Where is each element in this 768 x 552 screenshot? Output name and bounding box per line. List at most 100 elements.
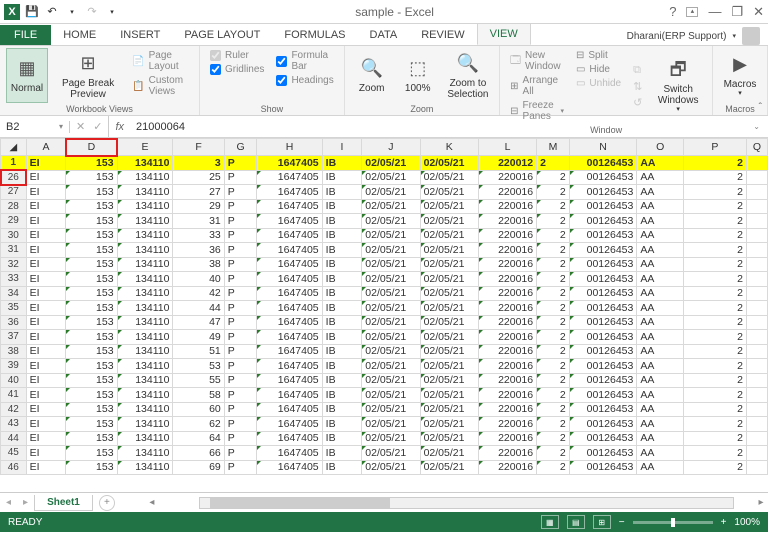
cell[interactable] <box>746 214 767 229</box>
col-header-G[interactable]: G <box>224 139 257 156</box>
cell[interactable]: 31 <box>173 214 224 229</box>
cell[interactable]: 134110 <box>117 301 173 316</box>
cell[interactable]: 00126453 <box>569 402 637 417</box>
cell[interactable]: 153 <box>66 431 117 446</box>
cell[interactable]: 1647405 <box>257 373 322 388</box>
cell[interactable]: AA <box>637 301 684 316</box>
hscroll-left[interactable]: ◂ <box>145 497 159 508</box>
cell[interactable]: 1647405 <box>257 417 322 432</box>
cell[interactable] <box>746 156 767 171</box>
cell[interactable]: 2 <box>537 315 570 330</box>
user-name[interactable]: Dharani(ERP Support) <box>627 31 727 42</box>
cell[interactable]: 2 <box>537 301 570 316</box>
newwindow-button[interactable]: 🗔New Window <box>510 50 564 72</box>
cell[interactable]: P <box>224 344 257 359</box>
cell[interactable]: EI <box>26 417 66 432</box>
cell[interactable]: EI <box>26 460 66 475</box>
cell[interactable]: 00126453 <box>569 301 637 316</box>
cell[interactable]: 02/05/21 <box>420 431 478 446</box>
cell[interactable]: 220016 <box>478 431 536 446</box>
col-header-O[interactable]: O <box>637 139 684 156</box>
cell[interactable]: IB <box>322 402 362 417</box>
pagelayout-view-icon[interactable]: ▤ <box>567 515 585 529</box>
cell[interactable]: 02/05/21 <box>362 214 420 229</box>
cell[interactable] <box>746 460 767 475</box>
cell[interactable]: 134110 <box>117 359 173 374</box>
cell[interactable]: 00126453 <box>569 373 637 388</box>
cell[interactable]: IB <box>322 431 362 446</box>
cell[interactable]: 134110 <box>117 460 173 475</box>
cell[interactable]: P <box>224 315 257 330</box>
cell[interactable] <box>746 199 767 214</box>
cell[interactable]: 2 <box>683 170 746 185</box>
cell[interactable]: 2 <box>537 272 570 287</box>
macros-button[interactable]: ▶Macros▾ <box>719 48 761 103</box>
cell[interactable]: 2 <box>537 156 570 171</box>
col-header-P[interactable]: P <box>683 139 746 156</box>
cell[interactable]: 02/05/21 <box>420 156 478 171</box>
row-header[interactable]: 36 <box>1 315 27 330</box>
cell[interactable]: 153 <box>66 185 117 200</box>
cell[interactable]: 220016 <box>478 460 536 475</box>
syncscroll-icon[interactable]: ⇅ <box>633 80 642 93</box>
sheet-nav-next[interactable]: ▸ <box>17 497 34 508</box>
cell[interactable]: 02/05/21 <box>420 272 478 287</box>
save-icon[interactable]: 💾 <box>24 4 40 20</box>
cell[interactable]: 2 <box>683 156 746 171</box>
cell[interactable]: 60 <box>173 402 224 417</box>
row-header[interactable]: 33 <box>1 272 27 287</box>
cell[interactable]: 134110 <box>117 228 173 243</box>
cell[interactable]: 38 <box>173 257 224 272</box>
cell[interactable]: 2 <box>537 199 570 214</box>
cell[interactable]: EI <box>26 446 66 461</box>
cell[interactable]: 134110 <box>117 446 173 461</box>
collapse-ribbon-icon[interactable]: ˆ <box>759 102 762 113</box>
cell[interactable]: 00126453 <box>569 315 637 330</box>
redo-icon[interactable]: ↷ <box>84 4 100 20</box>
cell[interactable]: 153 <box>66 170 117 185</box>
cell[interactable]: 220016 <box>478 301 536 316</box>
cell[interactable]: IB <box>322 214 362 229</box>
cell[interactable]: IB <box>322 388 362 403</box>
zoom-in-icon[interactable]: + <box>721 517 727 528</box>
col-header-K[interactable]: K <box>420 139 478 156</box>
cell[interactable]: EI <box>26 272 66 287</box>
cell[interactable]: 00126453 <box>569 199 637 214</box>
minimize-icon[interactable]: — <box>708 4 721 19</box>
row-header[interactable]: 26 <box>1 170 27 185</box>
cell[interactable]: EI <box>26 344 66 359</box>
cell[interactable]: P <box>224 359 257 374</box>
cell[interactable]: IB <box>322 373 362 388</box>
cell[interactable]: P <box>224 373 257 388</box>
cell[interactable]: 00126453 <box>569 170 637 185</box>
cell[interactable]: IB <box>322 185 362 200</box>
cell[interactable]: 49 <box>173 330 224 345</box>
cell[interactable]: IB <box>322 417 362 432</box>
cell[interactable]: 2 <box>537 344 570 359</box>
cell[interactable]: P <box>224 257 257 272</box>
col-header-D[interactable]: D <box>66 139 117 156</box>
cell[interactable]: 1647405 <box>257 199 322 214</box>
cell[interactable]: 00126453 <box>569 156 637 171</box>
cell[interactable]: IB <box>322 170 362 185</box>
cell[interactable]: 02/05/21 <box>420 460 478 475</box>
cell[interactable]: 220016 <box>478 243 536 258</box>
cell[interactable] <box>746 243 767 258</box>
cell[interactable]: 153 <box>66 243 117 258</box>
row-header[interactable]: 29 <box>1 214 27 229</box>
cell[interactable]: 66 <box>173 446 224 461</box>
cell[interactable]: 27 <box>173 185 224 200</box>
cell[interactable]: 02/05/21 <box>420 228 478 243</box>
cell[interactable]: 220016 <box>478 330 536 345</box>
cell[interactable]: 00126453 <box>569 460 637 475</box>
cell[interactable]: 153 <box>66 446 117 461</box>
cell[interactable]: 2 <box>683 243 746 258</box>
file-tab[interactable]: FILE <box>0 25 51 45</box>
zoom-level[interactable]: 100% <box>734 517 760 528</box>
cell[interactable]: 134110 <box>117 330 173 345</box>
cell[interactable]: 02/05/21 <box>362 359 420 374</box>
cell[interactable]: 134110 <box>117 431 173 446</box>
row-header[interactable]: 27 <box>1 185 27 200</box>
enter-formula-icon[interactable]: ✓ <box>93 120 102 133</box>
cell[interactable]: 02/05/21 <box>420 373 478 388</box>
